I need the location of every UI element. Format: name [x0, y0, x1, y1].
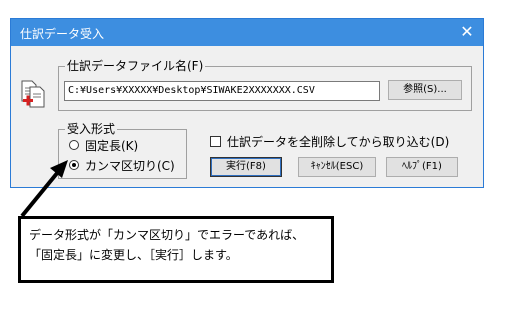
callout-line-2: 「固定長」に変更し、［実行］します。: [29, 248, 238, 262]
callout-line-1: データ形式が「カンマ区切り」でエラーであれば、: [29, 228, 305, 242]
instruction-callout: データ形式が「カンマ区切り」でエラーであれば、 「固定長」に変更し、［実行］しま…: [18, 216, 334, 283]
